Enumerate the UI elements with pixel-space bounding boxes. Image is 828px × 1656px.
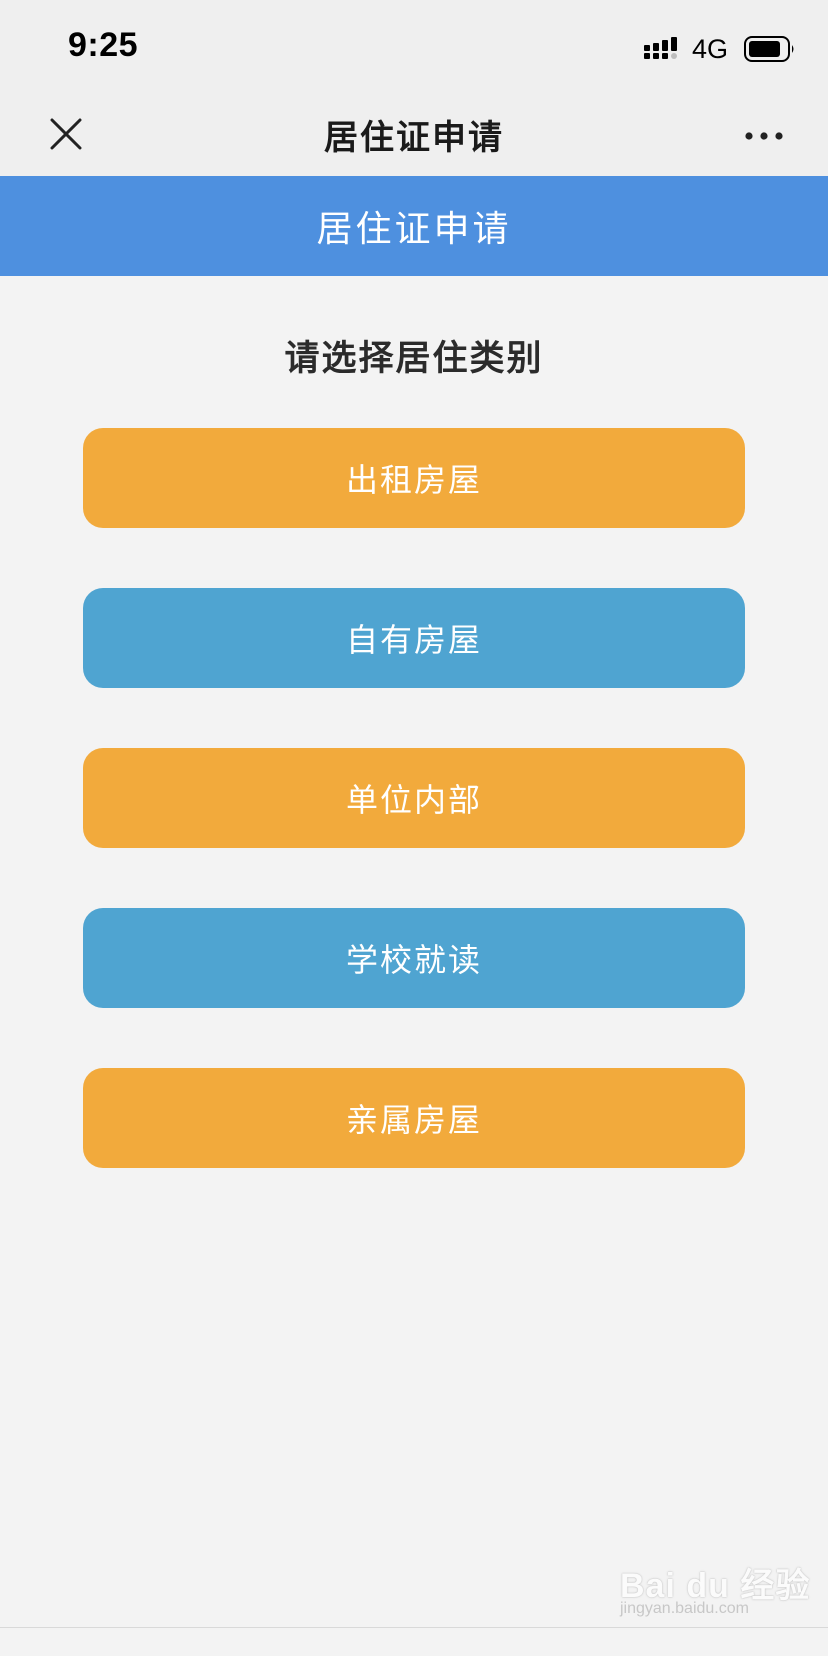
status-bar: 9:25 4G bbox=[0, 0, 828, 92]
battery-icon bbox=[744, 36, 796, 62]
option-relative-housing-button[interactable]: 亲属房屋 bbox=[83, 1068, 745, 1168]
option-rental-housing-button[interactable]: 出租房屋 bbox=[83, 428, 745, 528]
option-owned-housing-button[interactable]: 自有房屋 bbox=[83, 588, 745, 688]
watermark-sub: jingyan.baidu.com bbox=[620, 1600, 749, 1617]
status-time: 9:25 bbox=[68, 26, 139, 64]
header-banner: 居住证申请 bbox=[0, 176, 828, 276]
bottom-divider bbox=[0, 1627, 828, 1628]
page-title: 居住证申请 bbox=[324, 118, 504, 158]
nav-bar: 居住证申请 bbox=[0, 92, 828, 176]
network-label: 4G bbox=[691, 33, 728, 64]
signal-icon bbox=[643, 35, 680, 63]
app-screen: 9:25 4G 居住证申请 居住证申请 请选择居住类别 出租房屋 自有房屋 单位… bbox=[0, 0, 828, 1656]
residence-type-options: 出租房屋 自有房屋 单位内部 学校就读 亲属房屋 bbox=[83, 428, 745, 1228]
baidu-jingyan-watermark: Bai du 经验 jingyan.baidu.com bbox=[620, 1536, 809, 1617]
more-icon[interactable] bbox=[740, 116, 788, 156]
section-title: 请选择居住类别 bbox=[284, 339, 544, 379]
option-school-study-button[interactable]: 学校就读 bbox=[83, 908, 745, 1008]
status-indicators: 4G bbox=[643, 33, 796, 64]
option-employer-internal-button[interactable]: 单位内部 bbox=[83, 748, 745, 848]
banner-title: 居住证申请 bbox=[316, 209, 512, 250]
